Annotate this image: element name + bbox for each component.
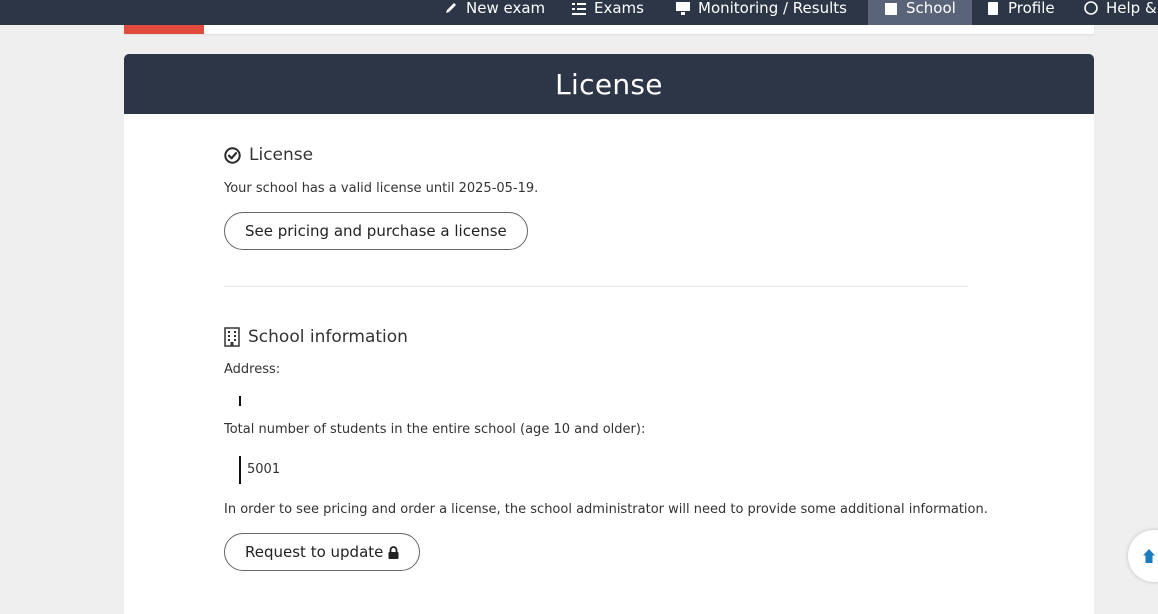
sub-header-strip	[124, 25, 1094, 34]
arrow-up-icon	[1143, 549, 1155, 563]
nav-school-label: School	[906, 0, 956, 17]
help-icon	[1084, 1, 1098, 15]
school-icon	[885, 3, 897, 15]
nav-help-label: Help &	[1106, 0, 1157, 17]
license-card: License License Your school has a valid …	[124, 54, 1094, 614]
card-title: License	[124, 54, 1094, 114]
license-heading-label: License	[249, 145, 314, 165]
accent-tab	[124, 25, 204, 34]
pricing-notice: In order to see pricing and order a lice…	[224, 502, 988, 517]
nav-new-exam[interactable]: New exam	[444, 0, 545, 25]
nav-monitoring-results[interactable]: Monitoring / Results	[676, 0, 847, 25]
students-label: Total number of students in the entire s…	[224, 422, 646, 437]
top-navigation: New exam Exams Monitoring / Results Scho…	[0, 0, 1158, 25]
scroll-to-top-button[interactable]	[1128, 530, 1158, 582]
school-info-heading: School information	[224, 327, 408, 347]
request-update-button[interactable]: Request to update	[224, 533, 421, 571]
address-value	[239, 396, 247, 406]
nav-monitoring-results-label: Monitoring / Results	[698, 0, 847, 17]
check-circle-icon	[224, 146, 241, 164]
nav-help[interactable]: Help &	[1084, 0, 1157, 25]
school-info-heading-label: School information	[248, 327, 408, 347]
monitor-icon	[676, 2, 690, 15]
building-icon	[224, 327, 240, 347]
address-label: Address:	[224, 362, 281, 377]
students-value: 5001	[239, 456, 280, 484]
request-update-label: Request to update	[245, 543, 384, 561]
license-heading: License	[224, 145, 313, 165]
list-icon	[572, 3, 586, 15]
license-status-text: Your school has a valid license until 20…	[224, 181, 539, 196]
section-divider	[224, 286, 968, 287]
pencil-icon	[446, 3, 456, 13]
nav-school[interactable]: School	[868, 0, 972, 25]
lock-icon	[388, 545, 399, 559]
nav-profile-label: Profile	[1008, 0, 1055, 17]
user-icon	[988, 2, 998, 15]
see-pricing-button[interactable]: See pricing and purchase a license	[224, 212, 528, 250]
nav-exams[interactable]: Exams	[572, 0, 644, 25]
nav-profile[interactable]: Profile	[986, 0, 1055, 25]
nav-exams-label: Exams	[594, 0, 644, 17]
nav-new-exam-label: New exam	[466, 0, 546, 17]
